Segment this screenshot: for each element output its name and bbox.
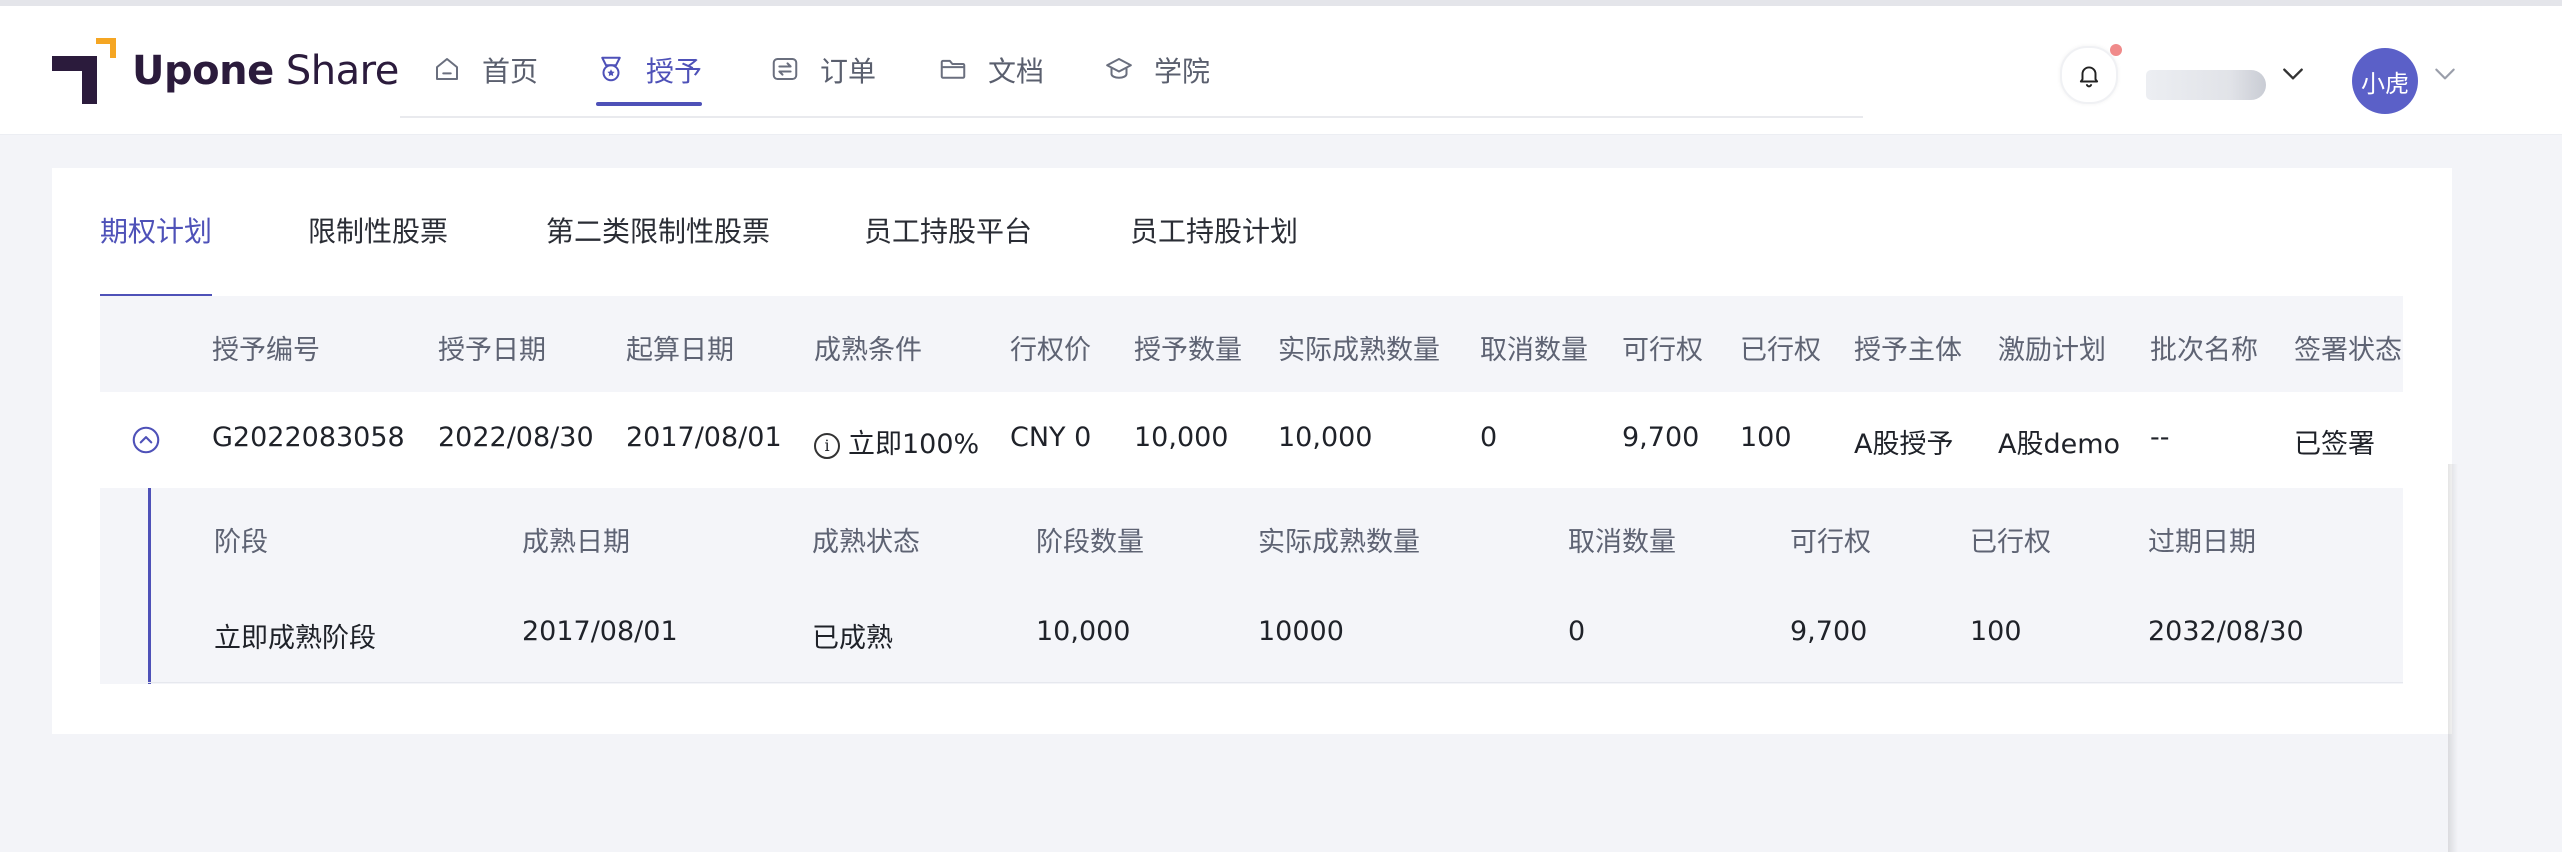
nav-item-grant[interactable]: 授予 (596, 50, 703, 110)
nav-item-label: 首页 (482, 55, 539, 88)
cancelled-quantity: 0 (1480, 422, 1498, 453)
grant-table: 授予编号 授予日期 起算日期 成熟条件 行权价 授予数量 实际成熟数量 取消数量… (100, 296, 2403, 684)
tab-employee-holding-platform[interactable]: 员工持股平台 (864, 210, 1032, 250)
table-header: 授予编号 授予日期 起算日期 成熟条件 行权价 授予数量 实际成熟数量 取消数量… (100, 296, 2403, 392)
column-header: 授予主体 (1854, 335, 1962, 366)
actual-vested-quantity: 10,000 (1278, 422, 1373, 453)
sub-column-header: 已行权 (1970, 527, 2051, 558)
logo-text: Upone Share (132, 48, 399, 94)
column-header: 可行权 (1622, 335, 1703, 366)
stage-quantity: 10,000 (1036, 616, 1131, 647)
sub-column-header: 可行权 (1790, 527, 1871, 558)
expanded-row-rail (148, 488, 151, 684)
grant-date: 2022/08/30 (438, 422, 594, 453)
grant-number[interactable]: G2022083058 (212, 422, 405, 453)
exercisable-quantity: 9,700 (1790, 616, 1868, 647)
avatar[interactable]: 小虎 (2352, 48, 2418, 114)
logo-mark-icon (52, 38, 118, 104)
sub-column-header: 阶段数量 (1036, 527, 1144, 558)
sub-column-header: 成熟日期 (522, 527, 630, 558)
nav-item-academy[interactable]: 学院 (1104, 50, 1210, 110)
content-card: 期权计划 限制性股票 第二类限制性股票 员工持股平台 员工持股计划 授予编号 授… (52, 168, 2458, 852)
column-header: 批次名称 (2150, 335, 2258, 366)
blurred-company-name[interactable] (2146, 70, 2266, 100)
nav-item-home[interactable]: 首页 (432, 50, 538, 110)
vest-date: 2017/08/01 (522, 616, 678, 647)
column-header: 起算日期 (626, 335, 734, 366)
exchange-icon (772, 58, 798, 80)
top-header: Upone Share 首页 授予 订单 文档 学院 小虎 (0, 6, 2562, 135)
column-header: 实际成熟数量 (1278, 335, 1440, 366)
notification-dot (2110, 44, 2122, 56)
expire-date: 2032/08/30 (2148, 616, 2304, 647)
cancelled-quantity: 0 (1568, 616, 1586, 647)
vesting-schedule-subtable: 阶段 成熟日期 成熟状态 阶段数量 实际成熟数量 取消数量 可行权 已行权 过期… (100, 488, 2403, 684)
nav-item-label: 文档 (988, 55, 1045, 88)
table-row[interactable]: G2022083058 2022/08/30 2017/08/01 i 立即100… (100, 392, 2403, 489)
stage-name: 立即成熟阶段 (214, 623, 376, 654)
nav-item-documents[interactable]: 文档 (938, 50, 1044, 110)
exercisable-quantity: 9,700 (1622, 422, 1700, 453)
nav-item-label: 订单 (820, 55, 877, 88)
column-header: 行权价 (1010, 335, 1091, 366)
vest-status: 已成熟 (812, 623, 893, 654)
tab-bar: 期权计划 限制性股票 第二类限制性股票 员工持股平台 员工持股计划 (100, 168, 2450, 298)
sub-column-header: 阶段 (214, 527, 268, 558)
award-medal-icon (601, 56, 621, 82)
start-date: 2017/08/01 (626, 422, 782, 453)
vesting-condition[interactable]: i 立即100% (814, 422, 979, 461)
column-header: 授予编号 (212, 335, 320, 366)
sub-column-header: 实际成熟数量 (1258, 527, 1420, 558)
grant-quantity: 10,000 (1134, 422, 1229, 453)
grantor: A股授予 (1854, 429, 1954, 460)
tab-option-plan[interactable]: 期权计划 (100, 210, 213, 298)
bell-icon (2079, 66, 2099, 88)
tab-class-two-restricted-stock[interactable]: 第二类限制性股票 (546, 210, 770, 250)
chevron-down-icon[interactable] (2280, 64, 2306, 84)
fixed-column-shadow (2448, 464, 2458, 852)
nav-item-label: 学院 (1154, 55, 1211, 88)
chevron-down-icon[interactable] (2432, 64, 2458, 84)
sub-column-header: 过期日期 (2148, 527, 2256, 558)
folder-icon (940, 59, 966, 79)
nav-item-orders[interactable]: 订单 (770, 50, 876, 110)
column-header: 签署状态 (2294, 335, 2402, 366)
exercise-price: CNY 0 (1010, 422, 1092, 453)
tab-employee-holding-plan[interactable]: 员工持股计划 (1130, 210, 1298, 250)
incentive-plan: A股demo (1998, 429, 2121, 460)
batch-name: -- (2150, 422, 2170, 453)
sub-column-header: 成熟状态 (812, 527, 920, 558)
column-header: 成熟条件 (814, 335, 922, 366)
notification-button[interactable] (2060, 46, 2118, 104)
app-logo[interactable]: Upone Share (52, 36, 399, 106)
info-icon[interactable]: i (814, 433, 840, 459)
actual-vested-quantity: 10000 (1258, 616, 1344, 647)
collapse-row-icon[interactable] (132, 426, 160, 454)
sub-column-header: 取消数量 (1568, 527, 1676, 558)
subtable-divider (148, 682, 2403, 683)
graduation-cap-icon (1106, 58, 1132, 79)
main-nav: 首页 授予 订单 文档 学院 (400, 36, 1863, 118)
column-header: 已行权 (1740, 335, 1821, 366)
sign-status: 已签署 (2294, 429, 2375, 460)
column-header: 授予数量 (1134, 335, 1242, 366)
home-icon (436, 58, 458, 80)
exercised-quantity: 100 (1970, 616, 2022, 647)
tab-restricted-stock[interactable]: 限制性股票 (308, 210, 448, 250)
column-header: 激励计划 (1998, 335, 2106, 366)
exercised-quantity: 100 (1740, 422, 1792, 453)
column-header: 取消数量 (1480, 335, 1588, 366)
nav-item-label: 授予 (646, 55, 703, 88)
column-header: 授予日期 (438, 335, 546, 366)
